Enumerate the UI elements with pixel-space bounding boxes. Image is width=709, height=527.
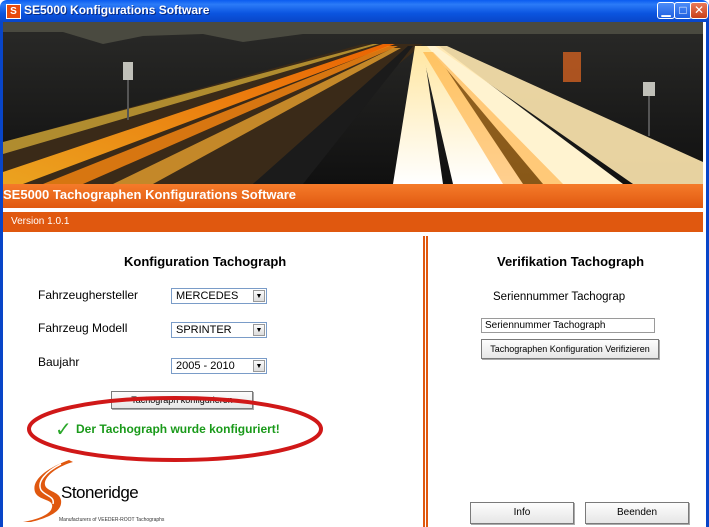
banner-image bbox=[3, 22, 703, 184]
title-bar: S SE5000 Konfigurations Software ▁ □ ✕ bbox=[0, 0, 709, 22]
model-select[interactable]: SPRINTER ▼ bbox=[171, 322, 267, 338]
close-button[interactable]: ✕ bbox=[690, 2, 708, 19]
success-message: Der Tachograph wurde konfiguriert! bbox=[76, 422, 280, 436]
logo-name: Stoneridge bbox=[61, 483, 139, 502]
app-icon: S bbox=[6, 4, 21, 19]
chevron-down-icon[interactable]: ▼ bbox=[253, 360, 265, 372]
app-heading: SE5000 Tachographen Konfigurations Softw… bbox=[3, 187, 297, 202]
window-title: SE5000 Konfigurations Software bbox=[24, 3, 210, 17]
maximize-icon: □ bbox=[679, 3, 687, 17]
version-bar: Version 1.0.1 bbox=[3, 212, 703, 232]
serial-label: Seriennummer Tachograp bbox=[493, 291, 626, 303]
manufacturer-value: MERCEDES bbox=[176, 290, 239, 302]
year-label: Baujahr bbox=[38, 355, 80, 369]
minimize-button[interactable]: ▁ bbox=[657, 2, 675, 19]
model-label: Fahrzeug Modell bbox=[38, 321, 128, 335]
chevron-down-icon[interactable]: ▼ bbox=[253, 290, 265, 302]
content-panel: Konfiguration Tachograph Fahrzeugherstel… bbox=[3, 232, 703, 527]
verify-section-title: Verifikation Tachograph bbox=[497, 254, 645, 269]
checkmark-icon: ✓ bbox=[55, 419, 72, 441]
manufacturer-label: Fahrzeughersteller bbox=[38, 288, 139, 302]
logo-tagline: Manufacturers of VEEDER-ROOT Tachographs bbox=[59, 517, 165, 523]
section-divider bbox=[423, 236, 428, 527]
exit-button[interactable]: Beenden bbox=[585, 502, 689, 524]
info-button[interactable]: Info bbox=[470, 502, 574, 524]
model-value: SPRINTER bbox=[176, 324, 232, 336]
heading-bar: SE5000 Tachographen Konfigurations Softw… bbox=[3, 184, 703, 208]
year-select[interactable]: 2005 - 2010 ▼ bbox=[171, 358, 267, 374]
config-section-title: Konfiguration Tachograph bbox=[124, 254, 287, 269]
chevron-down-icon[interactable]: ▼ bbox=[253, 324, 265, 336]
serial-input[interactable]: Seriennummer Tachograph bbox=[481, 318, 655, 333]
year-value: 2005 - 2010 bbox=[176, 360, 235, 372]
manufacturer-select[interactable]: MERCEDES ▼ bbox=[171, 288, 267, 304]
minimize-icon: ▁ bbox=[661, 3, 671, 17]
verify-button[interactable]: Tachographen Konfiguration Verifizieren bbox=[481, 339, 659, 359]
close-icon: ✕ bbox=[693, 3, 705, 17]
version-label: Version 1.0.1 bbox=[11, 216, 70, 227]
